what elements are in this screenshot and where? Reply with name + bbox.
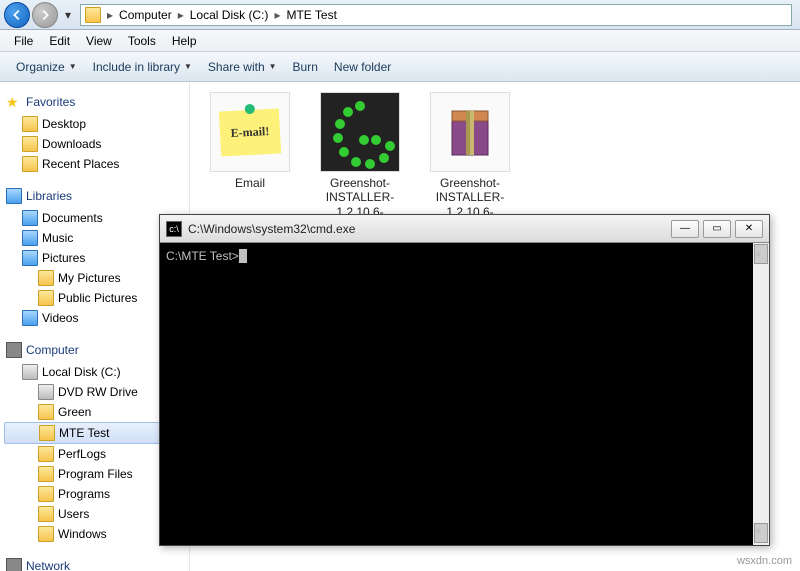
folder-icon [38,290,54,306]
chevron-right-icon: ▸ [178,8,184,22]
desktop-icon [22,116,38,132]
breadcrumb-drive[interactable]: Local Disk (C:) [186,8,273,22]
nav-forward-button[interactable] [32,2,58,28]
cmd-cursor: _ [239,249,247,263]
tool-include-library[interactable]: Include in library▼ [85,56,200,78]
sidebar-item-my-pictures[interactable]: My Pictures [4,268,185,288]
recent-icon [22,156,38,172]
videos-icon [22,310,38,326]
sidebar-item-public-pictures[interactable]: Public Pictures [4,288,185,308]
sidebar-item-downloads[interactable]: Downloads [4,134,185,154]
folder-icon [38,506,54,522]
maximize-button[interactable]: ▭ [703,220,731,238]
sidebar-item-windows[interactable]: Windows [4,524,185,544]
computer-icon [6,342,22,358]
file-label: Email [200,176,300,190]
cmd-titlebar[interactable]: c:\ C:\Windows\system32\cmd.exe — ▭ ✕ [160,215,769,243]
nav-back-button[interactable] [4,2,30,28]
network-header[interactable]: Network [4,554,185,571]
computer-header[interactable]: Computer [4,338,185,362]
tool-share[interactable]: Share with▼ [200,56,285,78]
downloads-icon [22,136,38,152]
sidebar-item-documents[interactable]: Documents [4,208,185,228]
minimize-button[interactable]: — [671,220,699,238]
address-bar[interactable]: ▸ Computer ▸ Local Disk (C:) ▸ MTE Test [80,4,792,26]
watermark: wsxdn.com [737,555,792,567]
pictures-icon [22,250,38,266]
folder-icon [38,404,54,420]
cmd-title-text: C:\Windows\system32\cmd.exe [188,222,671,236]
close-button[interactable]: ✕ [735,220,763,238]
chevron-right-icon: ▸ [274,8,280,22]
folder-icon [38,466,54,482]
folder-icon [85,7,101,23]
sidebar-item-program-files[interactable]: Program Files [4,464,185,484]
cmd-scrollbar[interactable]: ▴ ▾ [753,243,769,545]
folder-icon [38,270,54,286]
archive-icon [450,107,490,157]
folder-icon [38,486,54,502]
cmd-prompt: C:\MTE Test> [166,249,239,263]
tool-burn[interactable]: Burn [285,56,326,78]
sidebar-item-pictures[interactable]: Pictures [4,248,185,268]
star-icon: ★ [6,94,22,110]
breadcrumb-computer[interactable]: Computer [115,8,176,22]
rar-thumbnail [430,92,510,172]
library-icon [6,188,22,204]
documents-icon [22,210,38,226]
dvd-icon [38,384,54,400]
network-icon [6,558,22,571]
scroll-down-button[interactable]: ▾ [754,523,768,543]
drive-icon [22,364,38,380]
greenshot-thumbnail [320,92,400,172]
menu-help[interactable]: Help [164,32,205,50]
scroll-up-button[interactable]: ▴ [754,244,768,264]
file-email[interactable]: E-mail! Email [200,92,300,190]
breadcrumb-folder[interactable]: MTE Test [282,8,340,22]
menu-file[interactable]: File [6,32,41,50]
email-thumbnail: E-mail! [210,92,290,172]
file-greenshot-archive[interactable]: Greenshot-INSTALLER-1.2.10.6-RELEASE [420,92,520,234]
sidebar-item-programs[interactable]: Programs [4,484,185,504]
sidebar-item-green[interactable]: Green [4,402,185,422]
folder-icon [38,446,54,462]
titlebar: ▾ ▸ Computer ▸ Local Disk (C:) ▸ MTE Tes… [0,0,800,30]
cmd-window[interactable]: c:\ C:\Windows\system32\cmd.exe — ▭ ✕ C:… [159,214,770,546]
sidebar-item-users[interactable]: Users [4,504,185,524]
sidebar-item-perflogs[interactable]: PerfLogs [4,444,185,464]
menu-view[interactable]: View [78,32,120,50]
file-greenshot-installer[interactable]: Greenshot-INSTALLER-1.2.10.6-RELEASE [310,92,410,234]
chevron-right-icon: ▸ [107,8,113,22]
nav-history-dropdown[interactable]: ▾ [62,8,74,22]
sidebar-item-mte-test[interactable]: MTE Test [4,422,185,444]
sidebar-item-recent[interactable]: Recent Places [4,154,185,174]
sidebar-item-videos[interactable]: Videos [4,308,185,328]
cmd-body[interactable]: C:\MTE Test>_ ▴ ▾ [160,243,769,545]
music-icon [22,230,38,246]
tool-new-folder[interactable]: New folder [326,56,399,78]
menu-tools[interactable]: Tools [120,32,164,50]
tool-organize[interactable]: Organize▼ [8,56,85,78]
cmd-icon: c:\ [166,221,182,237]
sidebar-item-desktop[interactable]: Desktop [4,114,185,134]
folder-icon [39,425,55,441]
sidebar-item-music[interactable]: Music [4,228,185,248]
libraries-header[interactable]: Libraries [4,184,185,208]
toolbar: Organize▼ Include in library▼ Share with… [0,52,800,82]
sidebar-item-local-disk[interactable]: Local Disk (C:) [4,362,185,382]
sidebar-item-dvd[interactable]: DVD RW Drive [4,382,185,402]
favorites-header[interactable]: ★Favorites [4,90,185,114]
menubar: File Edit View Tools Help [0,30,800,52]
folder-icon [38,526,54,542]
menu-edit[interactable]: Edit [41,32,78,50]
